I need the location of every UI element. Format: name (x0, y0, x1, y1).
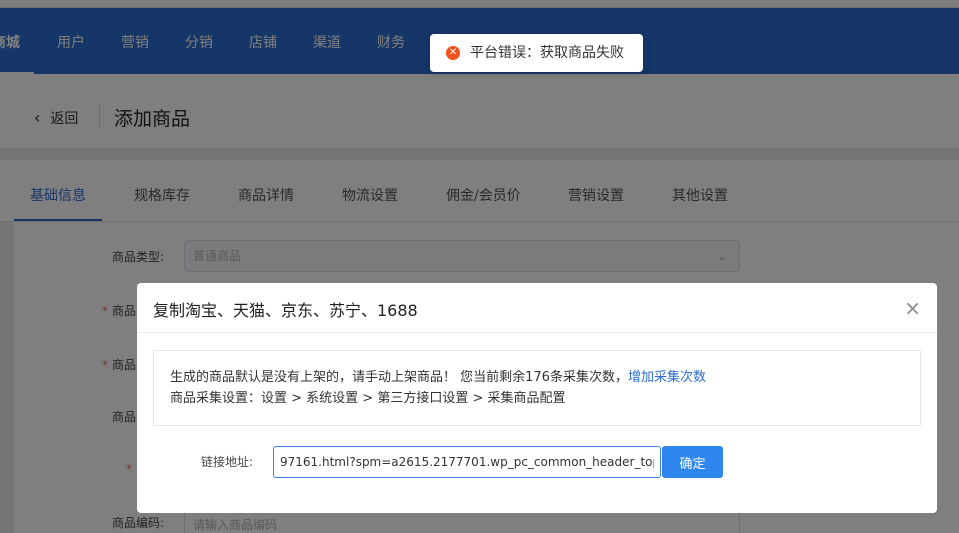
link-address-input[interactable] (273, 446, 661, 478)
copy-product-dialog: 复制淘宝、天猫、京东、苏宁、1688 × 生成的商品默认是没有上架的，请手动上架… (137, 283, 937, 513)
link-address-label: 链接地址: (201, 455, 254, 469)
error-icon: ✕ (446, 46, 460, 60)
error-toast: ✕ 平台错误：获取商品失败 (430, 34, 643, 72)
dialog-header: 复制淘宝、天猫、京东、苏宁、1688 × (137, 283, 937, 333)
notice-line-2: 商品采集设置：设置 > 系统设置 > 第三方接口设置 > 采集商品配置 (170, 391, 566, 406)
close-icon[interactable]: × (904, 296, 921, 320)
confirm-button[interactable]: 确定 (662, 446, 723, 478)
notice-line-1: 生成的商品默认是没有上架的，请手动上架商品！ 您当前剩余176条采集次数，增加采… (170, 370, 706, 385)
add-collect-count-link[interactable]: 增加采集次数 (628, 370, 706, 385)
dialog-title: 复制淘宝、天猫、京东、苏宁、1688 (153, 301, 418, 320)
notice-box: 生成的商品默认是没有上架的，请手动上架商品！ 您当前剩余176条采集次数，增加采… (153, 350, 921, 426)
toast-message: 平台错误：获取商品失败 (470, 45, 624, 61)
